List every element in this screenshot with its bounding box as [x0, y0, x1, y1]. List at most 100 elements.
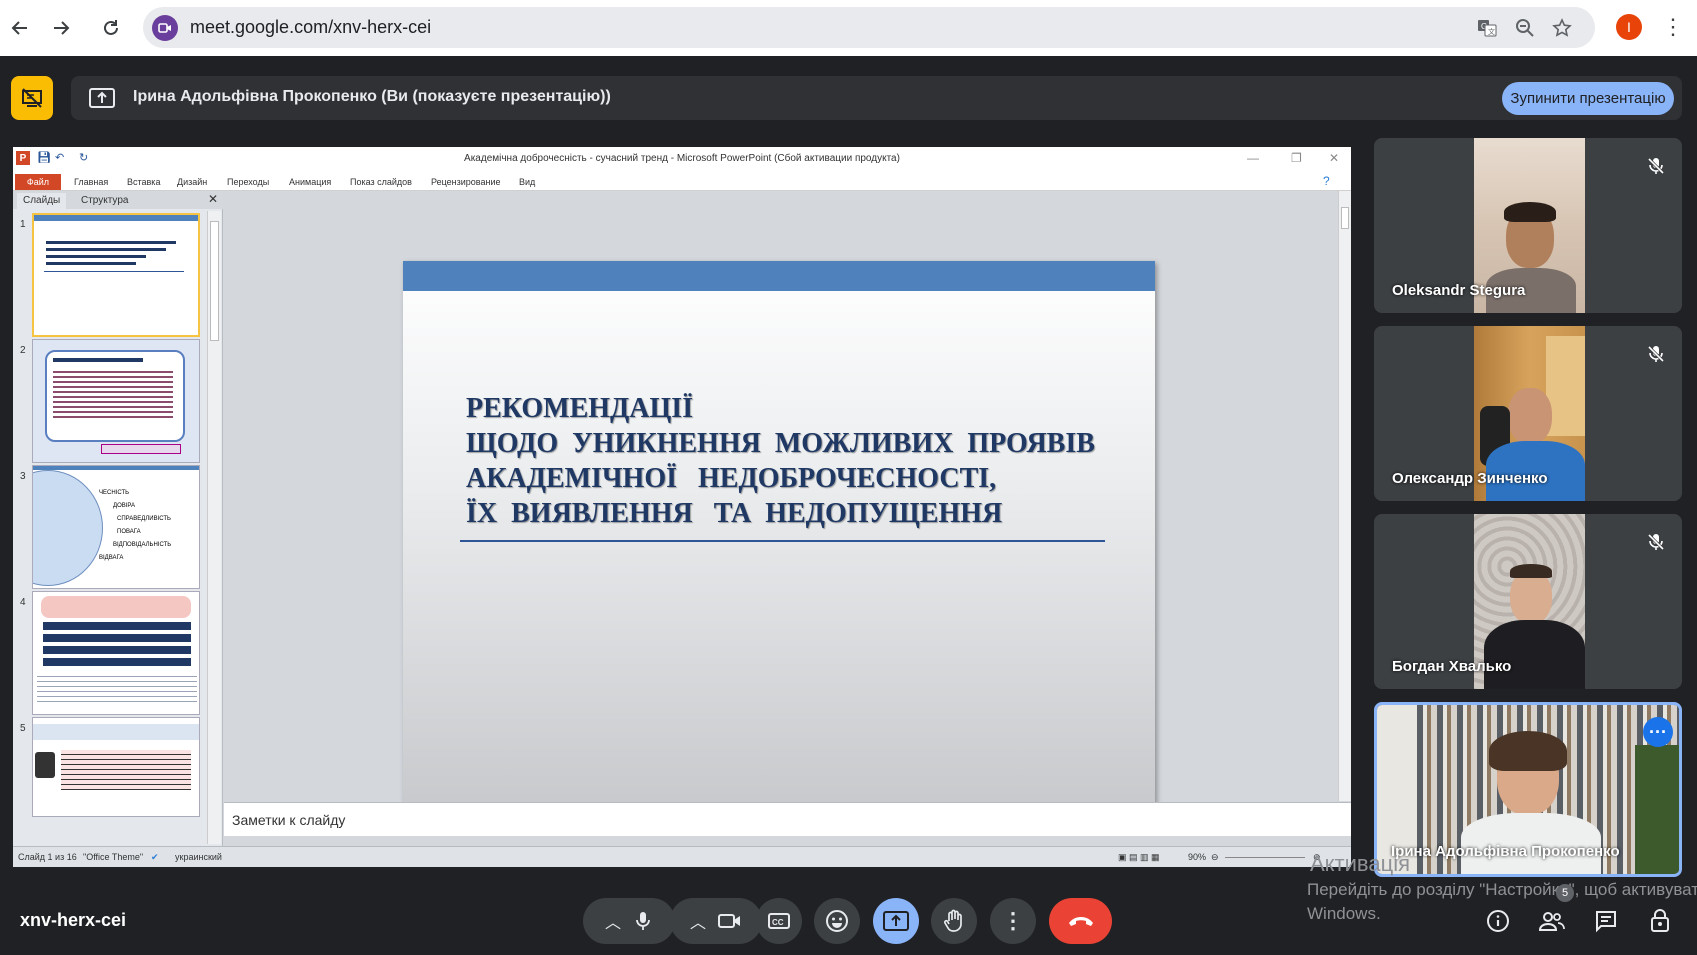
mic-control[interactable]: ︿	[583, 898, 675, 944]
reload-button[interactable]	[93, 10, 129, 46]
notes-area: Заметки к слайду	[224, 802, 1351, 836]
spellcheck-icon: ✔	[151, 852, 159, 862]
ribbon-tab-view: Вид	[519, 177, 536, 187]
end-call-icon	[1068, 917, 1093, 926]
slide-thumbnail-5	[32, 717, 200, 817]
thumb3-label: ПОВАГА	[117, 529, 141, 535]
reactions-button[interactable]	[814, 898, 860, 944]
more-vert-icon: ⋮	[1002, 908, 1024, 933]
chevron-up-icon[interactable]: ︿	[690, 909, 706, 933]
slide-thumbnail-1	[32, 213, 200, 337]
stop-presenting-button[interactable]: Зупинити презентацію	[1502, 82, 1674, 115]
language-label: украинский	[175, 852, 222, 862]
thumbnail-number: 4	[20, 597, 26, 608]
slide-header-bar	[403, 261, 1155, 291]
pane-tab-outline: Структура	[81, 195, 129, 206]
ribbon-tab-animation: Анимация	[289, 177, 332, 187]
slides-pane: Слайды Структура ✕ 1 2 3 ЧЕСНІСТЬ ДОВІРА…	[13, 191, 223, 846]
lock-person-icon	[1651, 909, 1669, 932]
present-button[interactable]	[873, 898, 919, 944]
notes-placeholder: Заметки к слайду	[232, 812, 346, 828]
meeting-code: xnv-herx-cei	[20, 910, 127, 930]
chat-icon	[1596, 911, 1616, 933]
slide-title-line: РЕКОМЕНДАЦІЇ	[466, 393, 694, 424]
close-window-icon: ✕	[1329, 151, 1340, 165]
browser-toolbar: meet.google.com/xnv-herx-cei G文 I ⋮	[0, 0, 1697, 56]
forward-button[interactable]	[43, 10, 79, 46]
meeting-details-button[interactable]	[1481, 904, 1515, 938]
participant-count-badge: 5	[1556, 884, 1574, 902]
host-controls-button[interactable]	[1643, 904, 1677, 938]
zoom-level: 90%	[1188, 852, 1207, 862]
slide-title-line: ЩОДО УНИКНЕННЯ МОЖЛИВИХ ПРОЯВІВ	[466, 428, 1095, 459]
zoom-out-icon: ⊖	[1211, 852, 1219, 862]
chevron-up-icon[interactable]: ︿	[605, 909, 621, 933]
shared-screen: P 💾︎ ↶ ↻ Академічна доброчесність - суча…	[13, 147, 1351, 867]
people-button[interactable]	[1535, 904, 1569, 938]
svg-text:CC: CC	[772, 918, 784, 927]
ppt-workspace: Слайды Структура ✕ 1 2 3 ЧЕСНІСТЬ ДОВІРА…	[13, 191, 1351, 846]
slide-thumbnail-3: ЧЕСНІСТЬ ДОВІРА СПРАВЕДЛИВІСТЬ ПОВАГА ВІ…	[32, 465, 200, 589]
reload-icon	[104, 20, 118, 35]
svg-text:文: 文	[1488, 27, 1495, 36]
forward-arrow-icon	[54, 21, 70, 35]
url-text[interactable]: meet.google.com/xnv-herx-cei	[190, 17, 431, 38]
current-slide: РЕКОМЕНДАЦІЇ ЩОДО УНИКНЕННЯ МОЖЛИВИХ ПРО…	[403, 261, 1155, 827]
slide-title-underline	[460, 540, 1105, 542]
camera-icon[interactable]	[718, 912, 742, 930]
bookmark-star-icon[interactable]	[1550, 16, 1574, 40]
presentation-off-icon[interactable]	[11, 76, 53, 120]
thumbnail-number: 2	[20, 345, 26, 356]
thumb3-label: СПРАВЕДЛИВІСТЬ	[117, 516, 171, 522]
zoom-icon[interactable]	[1513, 16, 1537, 40]
present-screen-icon	[88, 85, 116, 111]
slide-counter: Слайд 1 из 16	[18, 852, 77, 862]
self-participant-tile[interactable]: ··· Ірина Адольфівна Прокопенко	[1374, 702, 1682, 877]
profile-avatar[interactable]: I	[1616, 14, 1642, 40]
browser-menu-icon[interactable]: ⋮	[1661, 12, 1685, 42]
address-bar[interactable]: meet.google.com/xnv-herx-cei G文	[143, 7, 1595, 48]
participant-name: Богдан Хвалько	[1392, 658, 1512, 675]
thumbnail-number: 3	[20, 471, 26, 482]
more-options-button[interactable]: ⋮	[990, 898, 1036, 944]
ribbon-tab-design: Дизайн	[177, 177, 208, 187]
translate-icon[interactable]: G文	[1475, 16, 1499, 40]
ribbon-tab-home: Главная	[74, 177, 109, 187]
chat-button[interactable]	[1589, 904, 1623, 938]
present-screen-icon	[883, 911, 909, 931]
participant-name: Oleksandr Stegura	[1392, 282, 1526, 299]
back-button[interactable]	[2, 10, 38, 46]
mic-off-icon	[1644, 154, 1668, 178]
captions-button[interactable]: CC	[756, 898, 802, 944]
people-icon	[1539, 912, 1565, 931]
raise-hand-button[interactable]	[931, 898, 977, 944]
ribbon-tab-review: Рецензирование	[431, 177, 501, 187]
more-options-icon[interactable]: ···	[1643, 717, 1673, 747]
windows-activation-text: Перейдіть до розділу "Настройки", щоб ак…	[1307, 880, 1697, 899]
restore-icon: ❐	[1291, 151, 1302, 165]
thumbnail-number: 5	[20, 723, 26, 734]
thumb3-label: ДОВІРА	[113, 503, 136, 509]
ribbon-tab-insert: Вставка	[127, 177, 161, 187]
ppt-titlebar: P 💾︎ ↶ ↻ Академічна доброчесність - суча…	[13, 147, 1351, 171]
camera-control[interactable]: ︿	[670, 898, 762, 944]
view-buttons-icon: ▣ ▤ ▥ ▦	[1118, 852, 1160, 862]
pane-tabs: Слайды Структура ✕	[13, 191, 223, 209]
participant-tile[interactable]: Олександр Зинченко	[1374, 326, 1682, 501]
ppt-window-title: Академічна доброчесність - сучасний трен…	[464, 153, 900, 164]
minimize-icon: —	[1247, 151, 1259, 165]
info-icon	[1487, 910, 1509, 932]
participant-tile[interactable]: Oleksandr Stegura	[1374, 138, 1682, 313]
thumbnail-number: 1	[20, 219, 26, 230]
microphone-icon[interactable]	[633, 910, 653, 932]
participant-name: Ірина Адольфівна Прокопенко	[1391, 843, 1620, 860]
leave-call-button[interactable]	[1049, 898, 1112, 944]
pane-close-icon: ✕	[208, 192, 219, 206]
participant-name: Олександр Зинченко	[1392, 470, 1548, 487]
thumb3-label: ВІДПОВІДАЛЬНІСТЬ	[113, 542, 172, 548]
presenting-banner: Ірина Адольфівна Прокопенко (Ви (показує…	[71, 76, 1682, 120]
slide-title-line: ЇХ ВИЯВЛЕННЯ ТА НЕДОПУЩЕННЯ	[466, 498, 1003, 529]
participant-tile[interactable]: Богдан Хвалько	[1374, 514, 1682, 689]
ribbon-tab-slideshow: Показ слайдов	[350, 177, 412, 187]
slide-scrollbar	[1338, 191, 1351, 801]
